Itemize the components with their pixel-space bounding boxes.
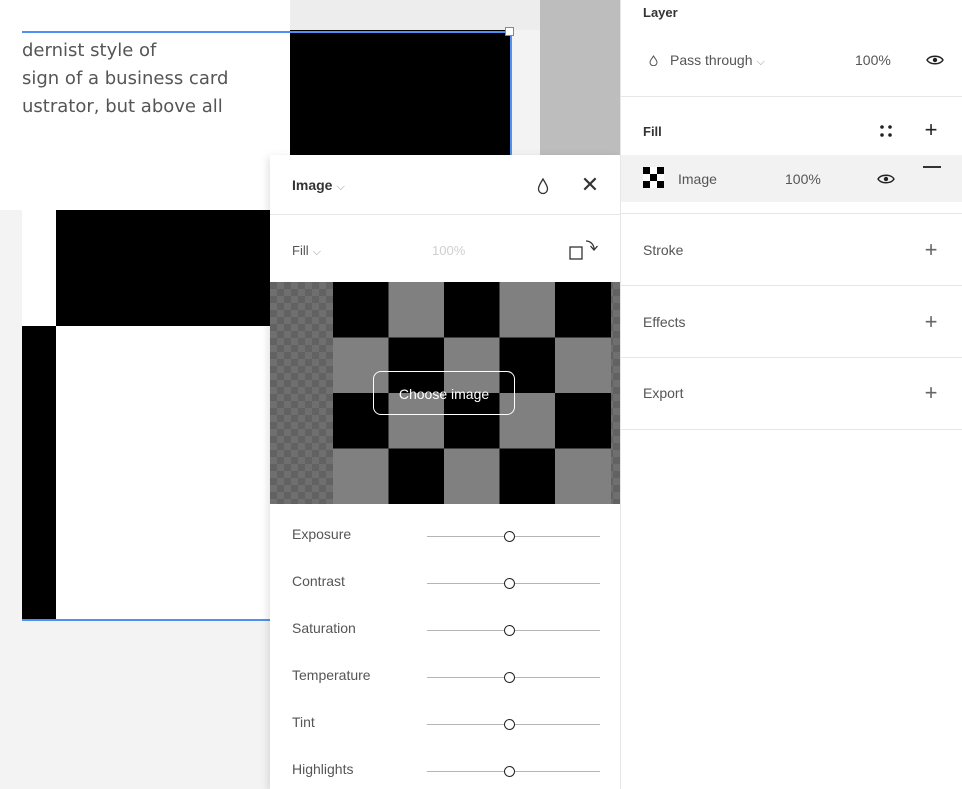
layer-opacity[interactable]: 100% <box>855 52 891 68</box>
checker-cell <box>555 448 611 504</box>
slider-temperature: Temperature <box>270 645 620 692</box>
add-fill-icon[interactable]: + <box>921 119 941 141</box>
stroke-section-title: Stroke <box>643 242 684 258</box>
selection-outline-bottom <box>22 619 270 621</box>
image-fill-swatch-icon[interactable] <box>643 167 664 188</box>
checker-cell <box>499 448 556 504</box>
text-line: sign of a business card <box>22 68 229 89</box>
fill-type-label: Image <box>678 171 717 187</box>
card-black-bar[interactable] <box>22 326 56 620</box>
image-scale-row: Fill ⌵ 100% <box>270 215 620 282</box>
slider-label: Saturation <box>292 620 356 636</box>
divider <box>621 357 962 358</box>
export-section-title: Export <box>643 385 684 401</box>
blend-drop-icon <box>649 55 658 66</box>
divider <box>621 285 962 286</box>
slider-saturation: Saturation <box>270 598 620 645</box>
checker-cell <box>333 282 389 338</box>
slider-label: Tint <box>292 714 315 730</box>
slider-label: Temperature <box>292 667 371 683</box>
checker-cell <box>499 282 556 338</box>
close-icon[interactable]: ✕ <box>578 173 602 197</box>
image-opacity-value[interactable]: 100% <box>432 243 465 258</box>
slider-knob[interactable] <box>504 531 515 542</box>
scale-mode-label: Fill <box>292 243 309 258</box>
slider-knob[interactable] <box>504 672 515 683</box>
slider-knob[interactable] <box>504 625 515 636</box>
checker-cell <box>388 282 445 338</box>
eye-icon[interactable] <box>877 173 895 185</box>
slider-contrast: Contrast <box>270 551 620 598</box>
checker-cell <box>444 448 500 504</box>
selection-outline-right <box>510 31 512 161</box>
remove-fill-icon[interactable] <box>923 166 941 168</box>
fill-item-row[interactable]: Image 100% <box>621 155 962 202</box>
blend-mode-dropdown[interactable]: Pass through ⌵ <box>649 52 765 69</box>
chevron-down-icon: ⌵ <box>336 181 345 193</box>
slider-label: Exposure <box>292 526 352 542</box>
blend-drop-icon[interactable] <box>534 175 552 197</box>
divider <box>621 213 962 214</box>
card-black-block[interactable] <box>56 210 270 326</box>
checker-cell <box>444 282 500 338</box>
checker-cell <box>555 282 611 338</box>
popup-header: Image ⌵ ✕ <box>270 155 620 215</box>
style-grid-icon[interactable] <box>879 124 893 138</box>
slider-tint: Tint <box>270 692 620 739</box>
text-line: ustrator, but above all <box>22 96 223 117</box>
chevron-down-icon: ⌵ <box>756 56 765 68</box>
rotate-icon[interactable] <box>568 235 600 265</box>
blend-mode-label: Pass through <box>670 52 753 68</box>
scale-mode-dropdown[interactable]: Fill ⌵ <box>292 243 321 259</box>
selection-outline-top <box>22 31 512 33</box>
checker-cell <box>333 448 389 504</box>
selected-image-rectangle[interactable] <box>290 30 512 160</box>
layer-section-title: Layer <box>643 5 678 20</box>
canvas-body-text[interactable]: dernist style of sign of a business card… <box>22 37 290 121</box>
eye-icon[interactable] <box>926 54 944 66</box>
canvas-gray-column <box>540 0 620 160</box>
choose-image-button[interactable]: Choose image <box>373 371 515 415</box>
slider-knob[interactable] <box>504 578 515 589</box>
add-effect-icon[interactable]: + <box>921 311 941 333</box>
chevron-down-icon: ⌵ <box>312 246 321 258</box>
image-preview[interactable]: Choose image <box>270 282 620 504</box>
fill-opacity[interactable]: 100% <box>785 171 821 187</box>
checker-cell <box>555 337 611 394</box>
effects-section-title: Effects <box>643 314 686 330</box>
adjustment-sliders: Exposure Contrast Saturation Temperature… <box>270 504 620 786</box>
text-line: dernist style of <box>22 40 157 61</box>
slider-highlights: Highlights <box>270 739 620 786</box>
slider-exposure: Exposure <box>270 504 620 551</box>
slider-label: Contrast <box>292 573 345 589</box>
divider <box>621 96 962 97</box>
slider-label: Highlights <box>292 761 354 777</box>
image-fill-popup: Image ⌵ ✕ Fill ⌵ 100% Choose image Expos… <box>270 155 620 789</box>
slider-knob[interactable] <box>504 719 515 730</box>
canvas-gray-strip <box>290 0 540 30</box>
properties-panel: Layer Pass through ⌵ 100% Fill + Image 10… <box>620 0 962 789</box>
add-stroke-icon[interactable]: + <box>921 239 941 261</box>
fill-type-dropdown[interactable]: Image ⌵ <box>292 177 345 194</box>
add-export-icon[interactable]: + <box>921 382 941 404</box>
slider-knob[interactable] <box>504 766 515 777</box>
checker-cell <box>388 448 445 504</box>
fill-type-label: Image <box>292 177 333 193</box>
resize-handle[interactable] <box>505 27 514 36</box>
divider <box>621 429 962 430</box>
checker-cell <box>555 393 611 449</box>
fill-section-title: Fill <box>643 124 662 139</box>
